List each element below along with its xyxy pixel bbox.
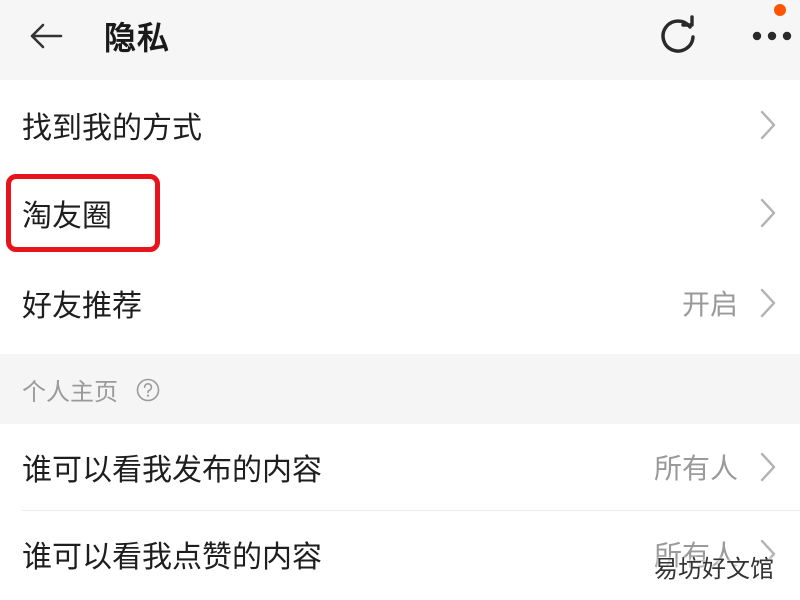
row-label: 好友推荐 xyxy=(22,289,142,324)
row-label: 谁可以看我发布的内容 xyxy=(22,453,322,488)
row-friend-recommend[interactable]: 好友推荐 开启 xyxy=(0,260,800,346)
row-label: 找到我的方式 xyxy=(22,111,202,146)
chevron-right-icon xyxy=(754,170,782,256)
row-taoyouquan[interactable]: 淘友圈 xyxy=(0,170,800,256)
chevron-right-icon xyxy=(754,260,782,346)
notification-dot xyxy=(774,4,786,16)
more-horizontal-icon xyxy=(752,31,792,41)
refresh-icon xyxy=(661,15,695,53)
privacy-settings-screen: 隐私 找到我的方式 淘友圈 好友推荐 开启 个人主页 谁可以看我发布的内容 所有… xyxy=(0,0,800,600)
row-find-me[interactable]: 找到我的方式 xyxy=(0,82,800,168)
back-button[interactable] xyxy=(18,14,74,58)
row-who-can-see-likes[interactable]: 谁可以看我点赞的内容 所有人 xyxy=(0,511,800,597)
row-value: 所有人 xyxy=(653,452,738,485)
row-who-can-see-posts[interactable]: 谁可以看我发布的内容 所有人 xyxy=(0,424,800,510)
arrow-left-icon xyxy=(30,23,63,49)
top-bar: 隐私 xyxy=(0,0,800,80)
question-circle-icon[interactable] xyxy=(136,378,160,402)
row-value: 开启 xyxy=(681,288,738,321)
chevron-right-icon xyxy=(754,511,782,597)
section-header-profile: 个人主页 xyxy=(0,354,800,424)
chevron-right-icon xyxy=(754,82,782,168)
section-label: 个人主页 xyxy=(22,377,118,406)
row-value: 所有人 xyxy=(653,539,738,572)
page-title: 隐私 xyxy=(104,19,171,57)
refresh-button[interactable] xyxy=(652,12,704,60)
row-label: 淘友圈 xyxy=(22,199,112,234)
more-button[interactable] xyxy=(746,12,798,60)
row-label: 谁可以看我点赞的内容 xyxy=(22,540,322,575)
chevron-right-icon xyxy=(754,424,782,510)
